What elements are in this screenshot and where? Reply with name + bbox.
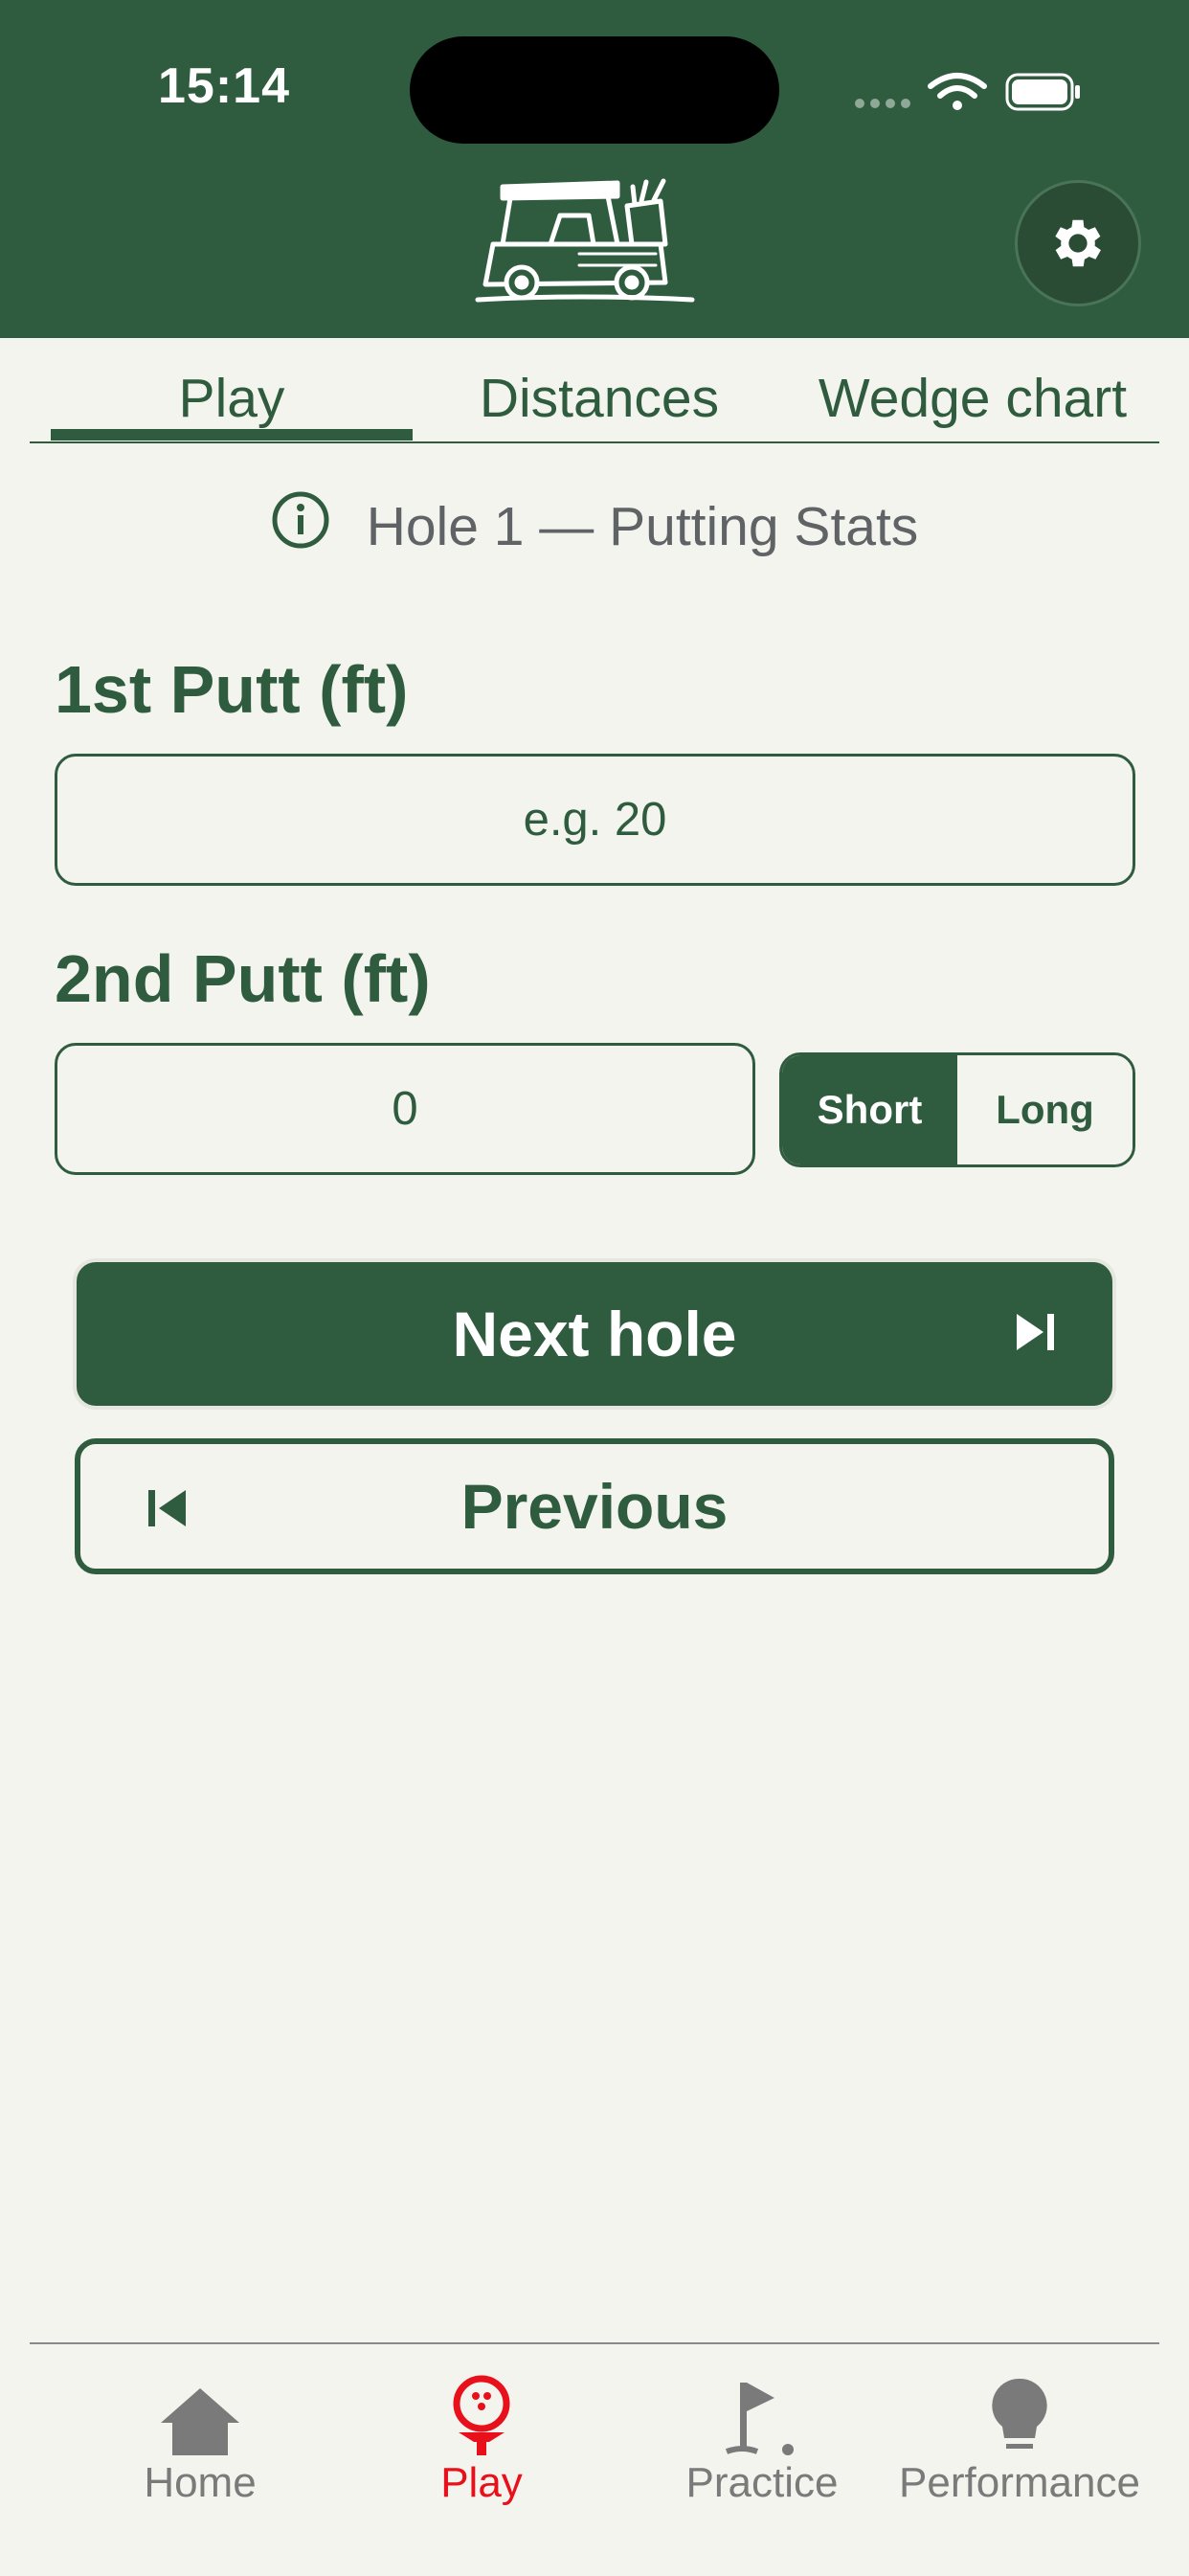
dynamic-island [410, 36, 779, 144]
next-hole-label: Next hole [452, 1299, 737, 1369]
status-icons [855, 73, 1080, 111]
status-time: 15:14 [158, 58, 290, 114]
previous-button[interactable]: Previous [75, 1438, 1114, 1574]
tab-selected-indicator [51, 429, 413, 441]
tabbar-item-home[interactable]: Home [61, 2369, 339, 2513]
wifi-icon [928, 73, 987, 110]
hole-info: Hole 1 — Putting Stats [0, 488, 1189, 565]
info-icon [271, 490, 330, 563]
tab-play[interactable]: Play [51, 367, 413, 430]
putt-length-segmented-control: Short Long [779, 1052, 1135, 1167]
tabbar-item-play[interactable]: Play [343, 2369, 620, 2513]
first-putt-placeholder: e.g. 20 [523, 794, 667, 846]
skip-back-icon [148, 1490, 186, 1526]
first-putt-input[interactable]: e.g. 20 [55, 754, 1135, 886]
next-hole-button[interactable]: Next hole [77, 1262, 1112, 1406]
gear-icon [1055, 219, 1101, 267]
tab-distances[interactable]: Distances [413, 367, 786, 430]
golf-ball-tee-icon [451, 2369, 512, 2457]
previous-label: Previous [460, 1471, 729, 1542]
segment-short[interactable]: Short [782, 1055, 957, 1164]
house-icon [159, 2369, 241, 2457]
top-tab-bar: Play Distances Wedge chart [30, 338, 1159, 443]
lightbulb-icon [991, 2369, 1048, 2457]
tabbar-label-performance: Performance [899, 2459, 1140, 2506]
second-putt-label: 2nd Putt (ft) [55, 941, 431, 1016]
app-header: 15:14 [0, 0, 1189, 338]
tabbar-label-practice: Practice [685, 2459, 839, 2506]
skip-forward-icon [1017, 1314, 1054, 1350]
segment-long[interactable]: Long [957, 1055, 1133, 1164]
bottom-tab-bar: Home Play Practice Performance [30, 2342, 1159, 2576]
first-putt-label: 1st Putt (ft) [55, 652, 409, 727]
tabbar-item-practice[interactable]: Practice [623, 2369, 901, 2513]
cellular-signal-icon [855, 99, 910, 108]
flag-hole-icon [725, 2369, 799, 2457]
tabbar-item-performance[interactable]: Performance [880, 2369, 1159, 2513]
second-putt-input[interactable]: 0 [55, 1043, 755, 1175]
settings-button[interactable] [1015, 180, 1141, 306]
battery-icon [1005, 73, 1080, 111]
second-putt-value: 0 [392, 1083, 418, 1135]
tabbar-label-play: Play [440, 2459, 523, 2506]
tab-wedge-chart[interactable]: Wedge chart [786, 367, 1159, 430]
golf-cart-logo [475, 178, 695, 303]
hole-info-text: Hole 1 — Putting Stats [366, 496, 919, 557]
tabbar-label-home: Home [144, 2459, 257, 2506]
